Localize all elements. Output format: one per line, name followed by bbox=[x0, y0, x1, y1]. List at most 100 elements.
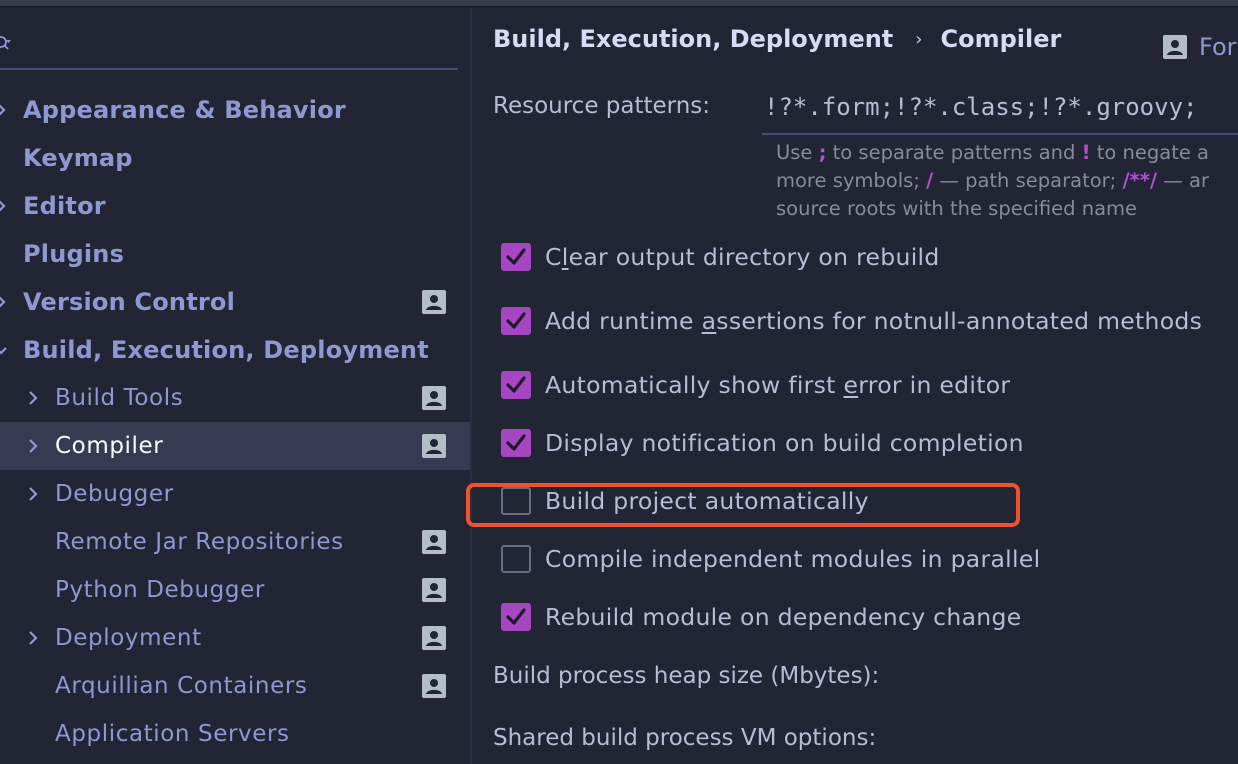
chevron-right-icon[interactable] bbox=[0, 101, 8, 119]
sidebar-item-version-control[interactable]: Version Control bbox=[0, 278, 470, 326]
settings-sidebar: Appearance & Behavior Keymap Editor Plugins… bbox=[0, 7, 470, 764]
option-label-text: Rebuild module on dependency change bbox=[545, 603, 1022, 631]
option-label-text: Display notification on build completion bbox=[545, 429, 1024, 457]
resource-patterns-input[interactable]: !?*.form;!?*.class;!?*.groovy; bbox=[762, 91, 1238, 135]
for-project-indicator: For bbox=[1163, 33, 1237, 61]
sidebar-item-label: Remote Jar Repositories bbox=[55, 529, 344, 555]
chevron-right-icon[interactable] bbox=[26, 389, 40, 407]
sidebar-item-editor[interactable]: Editor bbox=[0, 182, 470, 230]
sidebar-item-label: Build, Execution, Deployment bbox=[23, 336, 429, 364]
hint-symbol: /**/ bbox=[1122, 169, 1158, 192]
chevron-right-icon[interactable] bbox=[26, 629, 40, 647]
breadcrumb: Build, Execution, Deployment › Compiler bbox=[493, 25, 1061, 53]
chevron-right-icon[interactable] bbox=[26, 437, 40, 455]
sidebar-item-build-tools[interactable]: Build Tools bbox=[0, 374, 470, 422]
sidebar-item-label: Application Servers bbox=[55, 721, 290, 747]
option-label-text: Add runtime bbox=[545, 307, 702, 335]
option-rebuild-module-on-dependency-change[interactable]: Rebuild module on dependency change bbox=[501, 601, 1021, 633]
option-label-text: Automatically show first bbox=[545, 371, 844, 399]
option-clear-output-directory-on-rebuild[interactable]: Clear output directory on rebuild bbox=[501, 241, 940, 273]
project-level-icon bbox=[422, 674, 446, 698]
project-level-icon bbox=[422, 578, 446, 602]
chevron-right-icon[interactable] bbox=[0, 197, 8, 215]
search-icon[interactable] bbox=[0, 35, 14, 55]
mnemonic-letter: e bbox=[843, 371, 859, 399]
checkbox-checked[interactable] bbox=[501, 603, 531, 631]
sidebar-item-appearance-behavior[interactable]: Appearance & Behavior bbox=[0, 86, 470, 134]
hint-symbol: ! bbox=[1081, 141, 1091, 164]
checkbox-checked[interactable] bbox=[501, 243, 531, 271]
sidebar-item-python-debugger[interactable]: Python Debugger bbox=[0, 566, 470, 614]
sidebar-item-label: Build Tools bbox=[55, 385, 184, 411]
sidebar-item-arquillian-containers[interactable]: Arquillian Containers bbox=[0, 662, 470, 710]
breadcrumb-separator-icon: › bbox=[915, 28, 923, 50]
highlight-annotation bbox=[466, 483, 1020, 527]
sidebar-item-compiler[interactable]: Compiler bbox=[0, 422, 470, 470]
sidebar-item-label: Plugins bbox=[23, 240, 125, 268]
project-level-icon bbox=[422, 626, 446, 650]
chevron-right-icon[interactable] bbox=[0, 293, 8, 311]
hint-text: Use bbox=[776, 141, 819, 164]
option-label[interactable]: Add runtime assertions for notnull-annot… bbox=[545, 307, 1202, 335]
sidebar-item-debugger[interactable]: Debugger bbox=[0, 470, 470, 518]
sidebar-item-label: Editor bbox=[23, 192, 106, 220]
option-automatically-show-first-error-in-editor[interactable]: Automatically show first error in editor bbox=[501, 369, 1010, 401]
checkbox-checked[interactable] bbox=[501, 307, 531, 335]
checkmark-icon bbox=[506, 248, 526, 265]
option-label-text: Compile independent modules in parallel bbox=[545, 545, 1041, 573]
checkmark-icon bbox=[506, 312, 526, 329]
sidebar-item-label: Arquillian Containers bbox=[55, 673, 308, 699]
window-top-border bbox=[0, 0, 1238, 7]
option-label[interactable]: Rebuild module on dependency change bbox=[545, 603, 1021, 631]
chevron-down-icon[interactable] bbox=[0, 341, 8, 359]
chevron-right-icon[interactable] bbox=[26, 485, 40, 503]
hint-line: source roots with the specified name bbox=[776, 195, 1238, 223]
project-profile-icon bbox=[1163, 35, 1187, 59]
hint-text: — ar bbox=[1157, 169, 1209, 192]
settings-tree: Appearance & Behavior Keymap Editor Plugins… bbox=[0, 86, 470, 758]
sidebar-item-plugins[interactable]: Plugins bbox=[0, 230, 470, 278]
hint-text: more symbols; bbox=[776, 169, 927, 192]
option-label-text: C bbox=[545, 243, 562, 271]
for-project-label: For bbox=[1199, 33, 1237, 61]
project-level-icon bbox=[422, 530, 446, 554]
option-label[interactable]: Compile independent modules in parallel bbox=[545, 545, 1040, 573]
search-underline bbox=[0, 68, 458, 70]
checkmark-icon bbox=[506, 434, 526, 451]
sidebar-item-deployment[interactable]: Deployment bbox=[0, 614, 470, 662]
project-level-icon bbox=[422, 386, 446, 410]
sidebar-item-remote-jar-repositories[interactable]: Remote Jar Repositories bbox=[0, 518, 470, 566]
hint-text: source roots with the specified name bbox=[776, 197, 1138, 220]
sidebar-item-label: Version Control bbox=[23, 288, 236, 316]
breadcrumb-parent[interactable]: Build, Execution, Deployment bbox=[493, 25, 893, 53]
resource-patterns-label: Resource patterns: bbox=[493, 93, 711, 119]
sidebar-item-label: Appearance & Behavior bbox=[23, 96, 346, 124]
sidebar-item-keymap[interactable]: Keymap bbox=[0, 134, 470, 182]
breadcrumb-current: Compiler bbox=[940, 25, 1062, 53]
option-label[interactable]: Clear output directory on rebuild bbox=[545, 243, 940, 271]
settings-search[interactable] bbox=[0, 31, 458, 71]
mnemonic-letter: a bbox=[701, 307, 717, 335]
option-label[interactable]: Automatically show first error in editor bbox=[545, 371, 1010, 399]
option-compile-independent-modules-in-parallel[interactable]: Compile independent modules in parallel bbox=[501, 543, 1040, 575]
project-level-icon bbox=[422, 290, 446, 314]
sidebar-item-label: Keymap bbox=[23, 144, 133, 172]
option-label[interactable]: Display notification on build completion bbox=[545, 429, 1024, 457]
option-add-runtime-assertions-for-notnull-annotated-methods[interactable]: Add runtime assertions for notnull-annot… bbox=[501, 305, 1202, 337]
option-label-text: ssertions for notnull-annotated methods bbox=[716, 307, 1203, 335]
mnemonic-letter: l bbox=[561, 243, 569, 271]
checkbox-checked[interactable] bbox=[501, 429, 531, 457]
hint-line: more symbols; / — path separator; /**/ —… bbox=[776, 167, 1238, 195]
sidebar-item-label: Compiler bbox=[55, 433, 164, 459]
option-label-text: ear output directory on rebuild bbox=[568, 243, 940, 271]
checkbox-checked[interactable] bbox=[501, 371, 531, 399]
sidebar-item-build-execution-deployment[interactable]: Build, Execution, Deployment bbox=[0, 326, 470, 374]
option-display-notification-on-build-completion[interactable]: Display notification on build completion bbox=[501, 427, 1024, 459]
settings-content: Build, Execution, Deployment › Compiler … bbox=[466, 7, 1238, 764]
sidebar-item-application-servers[interactable]: Application Servers bbox=[0, 710, 470, 758]
hint-line: Use ; to separate patterns and ! to nega… bbox=[776, 139, 1238, 167]
checkbox-unchecked[interactable] bbox=[501, 545, 531, 573]
checkmark-icon bbox=[506, 608, 526, 625]
sidebar-item-label: Debugger bbox=[55, 481, 174, 507]
sidebar-item-label: Deployment bbox=[55, 625, 202, 651]
